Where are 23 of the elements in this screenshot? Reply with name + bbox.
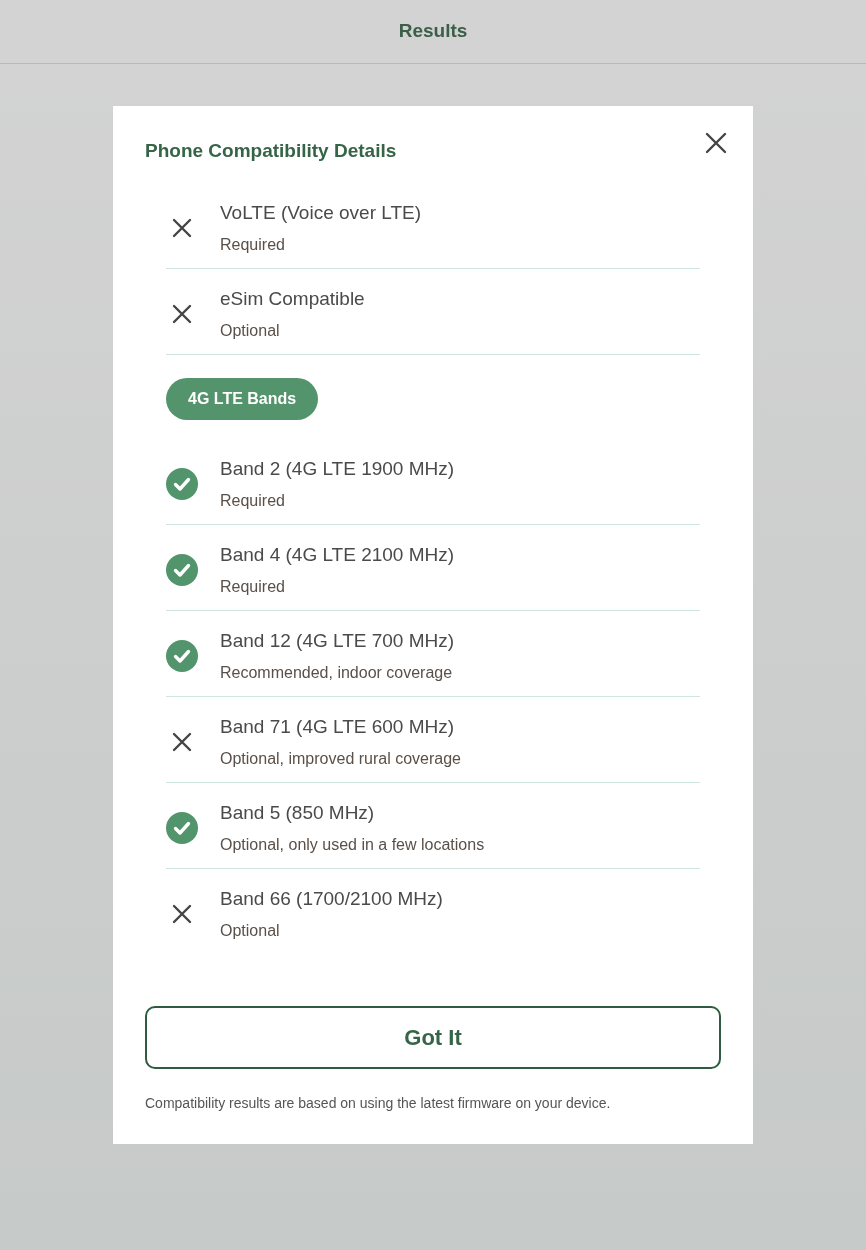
feature-requirement: Required bbox=[220, 235, 286, 255]
band-requirement: Required bbox=[220, 491, 286, 511]
band-name: Band 5 (850 MHz) bbox=[220, 801, 376, 825]
band-requirement: Optional, only used in a few locations bbox=[220, 835, 485, 855]
feature-requirement: Optional bbox=[220, 321, 281, 341]
feature-name: VoLTE (Voice over LTE) bbox=[220, 201, 421, 225]
section-tag: 4G LTE Bands bbox=[166, 378, 319, 420]
band-name: Band 66 (1700/2100 MHz) bbox=[220, 887, 443, 911]
dialog-title: Phone Compatibility Details bbox=[145, 140, 397, 162]
got-it-button[interactable]: Got It bbox=[145, 1006, 721, 1069]
feature-name: eSim Compatible bbox=[220, 287, 365, 311]
band-name: Band 2 (4G LTE 1900 MHz) bbox=[220, 457, 455, 481]
band-name: Band 71 (4G LTE 600 MHz) bbox=[220, 715, 456, 739]
band-requirement: Optional bbox=[220, 921, 281, 941]
close-button[interactable] bbox=[705, 132, 727, 154]
band-requirement: Recommended, indoor coverage bbox=[220, 663, 454, 683]
band-name: Band 4 (4G LTE 2100 MHz) bbox=[220, 543, 455, 567]
close-icon bbox=[705, 132, 727, 154]
footnote: Compatibility results are based on using the latest firmware on your device. bbox=[145, 1094, 612, 1112]
page-title: Results bbox=[398, 20, 468, 42]
band-requirement: Optional, improved rural coverage bbox=[220, 749, 461, 769]
band-requirement: Required bbox=[220, 577, 286, 597]
band-name: Band 12 (4G LTE 700 MHz) bbox=[220, 629, 455, 653]
